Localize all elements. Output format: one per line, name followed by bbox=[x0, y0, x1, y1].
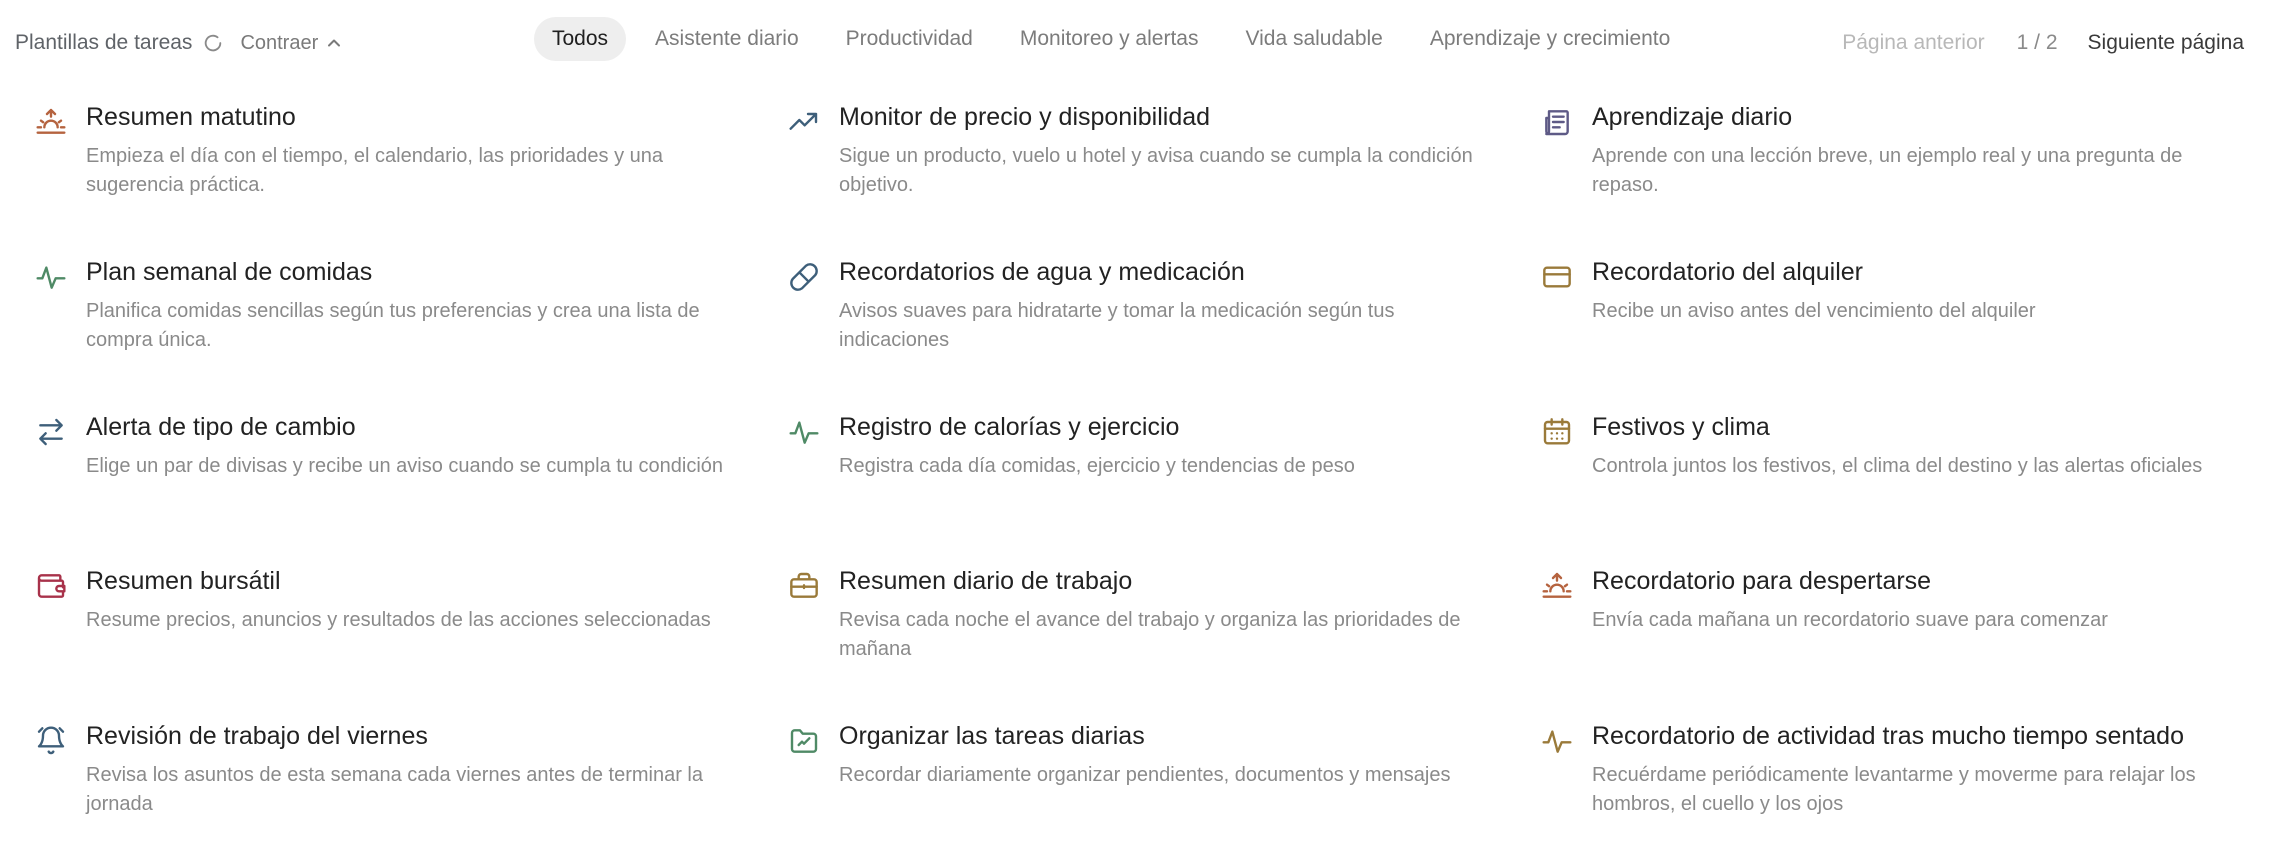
template-title: Alerta de tipo de cambio bbox=[86, 413, 356, 441]
tab-vida-saludable[interactable]: Vida saludable bbox=[1227, 17, 1400, 61]
tab-todos[interactable]: Todos bbox=[534, 17, 627, 61]
panel-title: Plantillas de tareas bbox=[15, 31, 193, 54]
template-card[interactable]: Resumen matutino Empieza el día con el ti… bbox=[0, 95, 700, 235]
activity-icon bbox=[787, 415, 821, 449]
template-description: Aprende con una lección breve, un ejempl… bbox=[1592, 145, 2183, 196]
collapse-button[interactable]: Contraer bbox=[240, 32, 342, 55]
template-title: Aprendizaje diario bbox=[1592, 103, 1793, 131]
previous-page-button[interactable]: Página anterior bbox=[1842, 31, 1984, 55]
folder-icon bbox=[787, 724, 821, 758]
pill-icon bbox=[787, 260, 821, 294]
template-title: Resumen bursátil bbox=[86, 567, 281, 595]
template-card[interactable]: Organizar las tareas diarias Recordar dia… bbox=[753, 714, 1453, 854]
template-card[interactable]: Revisión de trabajo del viernes Revisa lo… bbox=[0, 714, 703, 854]
sunrise-icon bbox=[34, 105, 68, 139]
calendar-icon bbox=[1540, 415, 1574, 449]
briefcase-icon bbox=[787, 569, 821, 603]
template-description: Planifica comidas sencillas según tus pr… bbox=[86, 300, 700, 351]
templates-grid: Resumen matutino Empieza el día con el ti… bbox=[0, 95, 2288, 855]
page-indicator: 1 / 2 bbox=[2016, 31, 2058, 54]
template-description: Recuérdame periódicamente levantarme y m… bbox=[1592, 764, 2196, 815]
template-card[interactable]: Plan semanal de comidas Planifica comidas… bbox=[0, 250, 700, 390]
loading-spinner-icon bbox=[202, 32, 224, 54]
pagination: Página anterior 1 / 2 Siguiente página bbox=[1842, 26, 2244, 60]
sunrise-icon bbox=[1540, 569, 1574, 603]
chevron-up-icon bbox=[326, 35, 342, 51]
activity-icon bbox=[1540, 724, 1574, 758]
alarm-clock-icon bbox=[34, 724, 68, 758]
template-card[interactable]: Resumen diario de trabajo Revisa cada noc… bbox=[753, 559, 1461, 699]
tab-monitoreo-alertas[interactable]: Monitoreo y alertas bbox=[1002, 17, 1217, 61]
header-left: Plantillas de tareas Contraer bbox=[15, 26, 342, 60]
template-title: Monitor de precio y disponibilidad bbox=[839, 103, 1211, 131]
next-page-button[interactable]: Siguiente página bbox=[2088, 31, 2244, 55]
template-card[interactable]: Monitor de precio y disponibilidad Sigue … bbox=[753, 95, 1473, 235]
template-title: Revisión de trabajo del viernes bbox=[86, 722, 428, 750]
template-title: Registro de calorías y ejercicio bbox=[839, 413, 1180, 441]
template-title: Recordatorios de agua y medicación bbox=[839, 258, 1245, 286]
arrows-exchange-icon bbox=[34, 415, 68, 449]
template-title: Recordatorio para despertarse bbox=[1592, 567, 1932, 595]
template-title: Organizar las tareas diarias bbox=[839, 722, 1145, 750]
template-card[interactable]: Aprendizaje diario Aprende con una lecció… bbox=[1506, 95, 2206, 235]
tab-aprendizaje-crecimiento[interactable]: Aprendizaje y crecimiento bbox=[1412, 17, 1688, 61]
template-description: Empieza el día con el tiempo, el calenda… bbox=[86, 145, 663, 196]
template-title: Recordatorio del alquiler bbox=[1592, 258, 1863, 286]
template-description: Revisa los asuntos de esta semana cada v… bbox=[86, 764, 704, 815]
tab-asistente-diario[interactable]: Asistente diario bbox=[637, 17, 817, 61]
template-title: Recordatorio de actividad tras mucho tie… bbox=[1592, 722, 2184, 750]
template-card[interactable]: Recordatorio de actividad tras mucho tie… bbox=[1506, 714, 2206, 854]
template-description: Revisa cada noche el avance del trabajo … bbox=[839, 609, 1461, 660]
template-description: Resume precios, anuncios y resultados de… bbox=[86, 609, 711, 631]
trending-up-icon bbox=[787, 105, 821, 139]
wallet-icon bbox=[34, 569, 68, 603]
template-description: Avisos suaves para hidratarte y tomar la… bbox=[839, 300, 1395, 351]
template-card[interactable]: Recordatorios de agua y medicación Avisos… bbox=[753, 250, 1453, 390]
template-description: Envía cada mañana un recordatorio suave … bbox=[1592, 609, 2108, 631]
template-title: Resumen matutino bbox=[86, 103, 296, 131]
template-description: Registra cada día comidas, ejercicio y t… bbox=[839, 455, 1355, 477]
credit-card-icon bbox=[1540, 260, 1574, 294]
template-description: Elige un par de divisas y recibe un avis… bbox=[86, 455, 724, 477]
task-templates-panel: Plantillas de tareas Contraer Todos Asis… bbox=[0, 0, 2288, 860]
template-card[interactable]: Alerta de tipo de cambio Elige un par de … bbox=[0, 405, 723, 545]
template-title: Festivos y clima bbox=[1592, 413, 1770, 441]
template-card[interactable]: Recordatorio para despertarse Envía cada … bbox=[1506, 559, 2206, 699]
activity-icon bbox=[34, 260, 68, 294]
template-description: Controla juntos los festivos, el clima d… bbox=[1592, 455, 2203, 477]
template-card[interactable]: Registro de calorías y ejercicio Registra… bbox=[753, 405, 1453, 545]
newspaper-icon bbox=[1540, 105, 1574, 139]
templates-header: Plantillas de tareas Contraer Todos Asis… bbox=[0, 0, 2288, 86]
template-title: Plan semanal de comidas bbox=[86, 258, 373, 286]
template-card[interactable]: Festivos y clima Controla juntos los fest… bbox=[1506, 405, 2206, 545]
template-description: Recibe un aviso antes del vencimiento de… bbox=[1592, 300, 2036, 322]
template-card[interactable]: Recordatorio del alquiler Recibe un aviso… bbox=[1506, 250, 2206, 390]
template-title: Resumen diario de trabajo bbox=[839, 567, 1133, 595]
template-description: Sigue un producto, vuelo u hotel y avisa… bbox=[839, 145, 1473, 196]
template-card[interactable]: Resumen bursátil Resume precios, anuncios… bbox=[0, 559, 711, 699]
tab-productividad[interactable]: Productividad bbox=[828, 17, 991, 61]
category-tabs: Todos Asistente diario Productividad Mon… bbox=[534, 17, 1699, 61]
template-description: Recordar diariamente organizar pendiente… bbox=[839, 764, 1451, 786]
collapse-label: Contraer bbox=[240, 31, 319, 54]
